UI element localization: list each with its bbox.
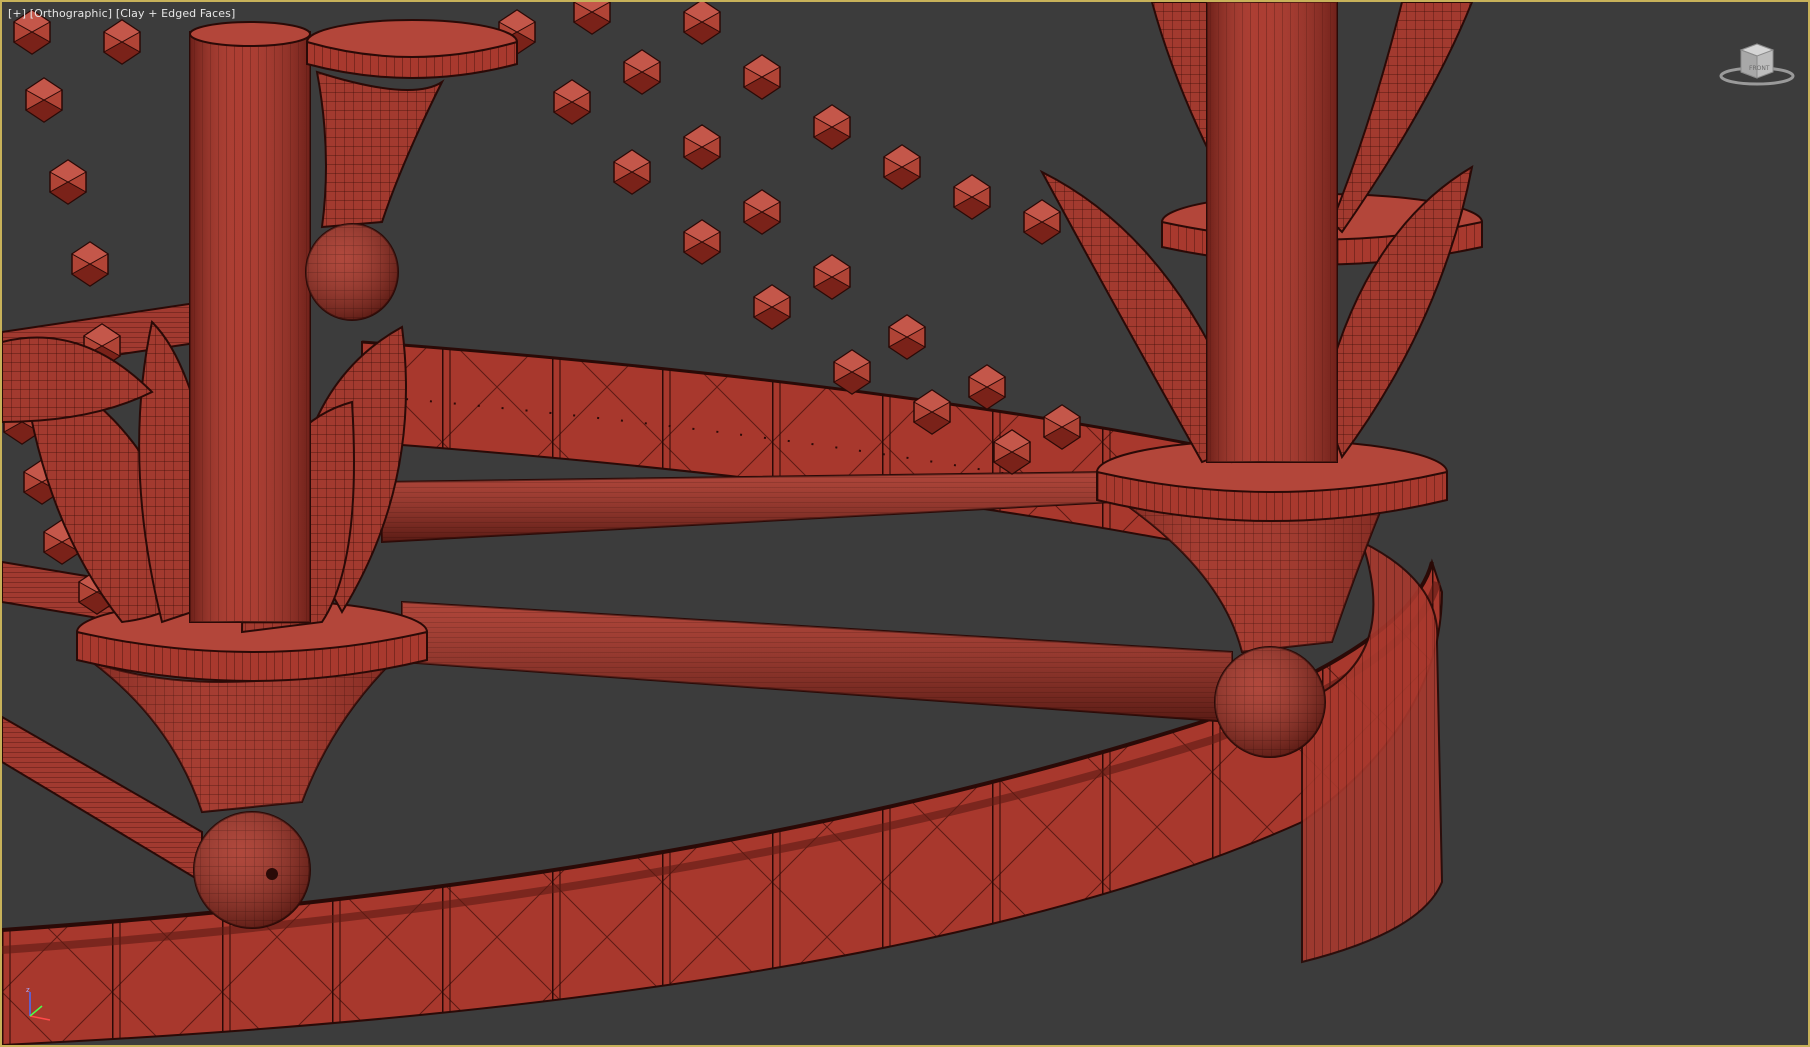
viewcube-icon[interactable]: FRONT [1717, 36, 1797, 88]
axis-tripod-icon: z [26, 986, 51, 1021]
viewcube-face-label: FRONT [1749, 65, 1770, 72]
axis-z-label: z [26, 986, 30, 994]
viewport-shading-label[interactable]: [Clay + Edged Faces] [116, 7, 236, 20]
viewport-label[interactable]: [+] [Orthographic] [Clay + Edged Faces] [8, 7, 235, 20]
viewport-menu-plus[interactable]: [+] [8, 7, 26, 20]
viewport-view-label[interactable]: [Orthographic] [30, 7, 112, 20]
chandelier-model-render[interactable] [2, 2, 1808, 1045]
viewport-perspective[interactable]: [+] [Orthographic] [Clay + Edged Faces] … [0, 0, 1810, 1047]
